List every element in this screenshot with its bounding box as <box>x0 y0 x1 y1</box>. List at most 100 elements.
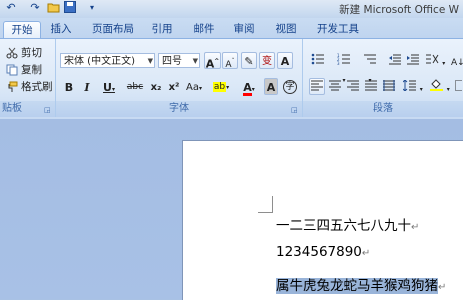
superscript-button[interactable]: x² <box>166 78 182 95</box>
customize-qat-icon[interactable]: ▾ <box>85 1 99 15</box>
phonetic-guide-button[interactable]: 变 <box>259 52 275 69</box>
ribbon-tabs: 开始 插入 页面布局 引用 邮件 审阅 视图 开发工具 <box>0 18 463 38</box>
window-title: 新建 Microsoft Office W <box>339 2 459 17</box>
align-left-icon <box>311 81 323 94</box>
change-case-icon: Aa <box>186 82 199 93</box>
paragraph-mark-icon: ↵ <box>411 222 419 233</box>
decrease-indent-button[interactable] <box>386 52 402 69</box>
bold-icon: B <box>65 81 73 94</box>
align-center-button[interactable] <box>327 78 343 95</box>
numbering-icon: 123 <box>337 55 351 68</box>
distributed-button[interactable] <box>381 78 397 95</box>
clipboard-group: 剪切 复制 格式刷 贴板 ◲ <box>0 39 56 117</box>
title-bar: ↶ ↷ ▾ 新建 Microsoft Office W <box>0 0 463 19</box>
superscript-icon: x² <box>169 82 180 93</box>
highlight-button[interactable]: ab▾ <box>208 78 234 95</box>
tab-page-layout[interactable]: 页面布局 <box>88 21 138 38</box>
italic-icon: I <box>84 81 89 94</box>
copy-button[interactable]: 复制 <box>6 62 42 77</box>
redo-icon[interactable]: ↷ <box>28 1 42 15</box>
font-size-select[interactable]: 四号 ▼ <box>158 53 200 68</box>
copy-label: 复制 <box>21 64 42 76</box>
cut-button[interactable]: 剪切 <box>6 45 42 60</box>
eraser-icon: ✎ <box>244 55 253 68</box>
justify-button[interactable] <box>363 78 379 95</box>
tab-references[interactable]: 引用 <box>146 21 178 38</box>
font-color-button[interactable]: A▾ <box>237 78 261 95</box>
tab-view[interactable]: 视图 <box>270 21 302 38</box>
bullets-button[interactable]: ▾ <box>307 52 329 69</box>
clear-format-button[interactable]: ✎ <box>241 52 257 69</box>
document-line-1[interactable]: 一二三四五六七八九十↵ <box>276 214 419 234</box>
undo-icon[interactable]: ↶ <box>4 1 18 15</box>
borders-icon <box>455 81 463 94</box>
ribbon: 剪切 复制 格式刷 贴板 ◲ 宋体 (中文正文) ▼ 四号 ▼ A^ Aˇ ✎ … <box>0 38 463 120</box>
increase-indent-button[interactable] <box>404 52 420 69</box>
phonetic-icon: 变 <box>262 56 272 67</box>
tab-insert[interactable]: 插入 <box>45 21 77 38</box>
bullets-icon <box>311 55 325 68</box>
document-line-2[interactable]: 1234567890↵ <box>276 244 370 260</box>
shrink-font-button[interactable]: Aˇ <box>222 52 238 69</box>
subscript-icon: x₂ <box>151 82 162 93</box>
strikethrough-button[interactable]: abc <box>125 78 145 95</box>
grow-font-icon: A <box>206 58 215 71</box>
document-line-3-text: 属牛虎兔龙蛇马羊猴鸡狗猪 <box>276 278 438 294</box>
document-line-3[interactable]: 属牛虎兔龙蛇马羊猴鸡狗猪↵ <box>276 274 446 294</box>
multilevel-list-button[interactable]: ▾ <box>359 52 381 69</box>
document-line-1-text: 一二三四五六七八九十 <box>276 218 411 234</box>
paragraph-group: ▾ 123 ▾ ▾ ▾ A↓ <box>303 39 463 117</box>
italic-button[interactable]: I <box>80 78 94 95</box>
font-name-select[interactable]: 宋体 (中文正文) ▼ <box>60 53 155 68</box>
sort-button[interactable]: A↓ <box>450 52 463 69</box>
align-center-icon <box>329 81 341 94</box>
save-icon[interactable] <box>63 1 77 15</box>
underline-button[interactable]: U▾ <box>98 78 120 95</box>
line-spacing-icon <box>403 81 420 94</box>
char-border-icon: A <box>281 55 290 68</box>
change-case-button[interactable]: Aa▾ <box>183 78 205 95</box>
subscript-button[interactable]: x₂ <box>148 78 164 95</box>
increase-indent-icon <box>406 55 419 68</box>
chinese-layout-button[interactable]: ▾ <box>423 52 447 69</box>
svg-text:3: 3 <box>337 61 340 65</box>
align-left-button[interactable] <box>309 78 325 95</box>
char-shading-button[interactable]: A <box>264 78 278 95</box>
tab-mailings[interactable]: 邮件 <box>188 21 220 38</box>
align-right-button[interactable] <box>345 78 361 95</box>
decrease-indent-icon <box>388 55 401 68</box>
paragraph-group-label: 段落 <box>303 101 463 117</box>
char-border-button[interactable]: A <box>277 52 293 69</box>
underline-icon: U <box>103 81 112 94</box>
open-folder-icon[interactable] <box>46 1 60 15</box>
tab-developer[interactable]: 开发工具 <box>312 21 364 38</box>
document-line-2-text: 1234567890 <box>276 244 362 260</box>
font-group-label: 字体 <box>56 101 302 117</box>
sort-icon: A↓ <box>451 58 463 68</box>
enclose-char-button[interactable]: 字 <box>282 78 297 95</box>
paragraph-mark-icon: ↵ <box>438 282 446 293</box>
format-painter-button[interactable]: 格式刷 <box>6 79 53 94</box>
borders-button[interactable] <box>454 78 463 95</box>
font-launcher-icon[interactable]: ◲ <box>291 106 299 114</box>
font-group: 宋体 (中文正文) ▼ 四号 ▼ A^ Aˇ ✎ 变 A B I U▾ abc … <box>56 39 303 117</box>
tab-home[interactable]: 开始 <box>3 21 41 39</box>
scissors-icon <box>6 47 19 60</box>
copy-icon <box>6 64 19 77</box>
tab-review[interactable]: 审阅 <box>228 21 260 38</box>
shading-button[interactable]: ▾ <box>428 78 452 95</box>
justify-icon <box>365 81 377 94</box>
clipboard-launcher-icon[interactable]: ◲ <box>44 106 52 114</box>
chevron-down-icon: ▼ <box>193 54 198 69</box>
distributed-icon <box>383 81 395 94</box>
line-spacing-button[interactable]: ▾ <box>402 78 424 95</box>
paint-bucket-icon <box>430 81 447 94</box>
cut-label: 剪切 <box>21 47 42 59</box>
align-right-icon <box>347 81 359 94</box>
bold-button[interactable]: B <box>62 78 76 95</box>
char-shading-icon: A <box>267 81 276 94</box>
numbering-button[interactable]: 123 ▾ <box>333 52 355 69</box>
paragraph-mark-icon: ↵ <box>362 248 370 259</box>
grow-font-button[interactable]: A^ <box>204 52 221 69</box>
clipboard-label: 贴板 <box>2 101 22 117</box>
